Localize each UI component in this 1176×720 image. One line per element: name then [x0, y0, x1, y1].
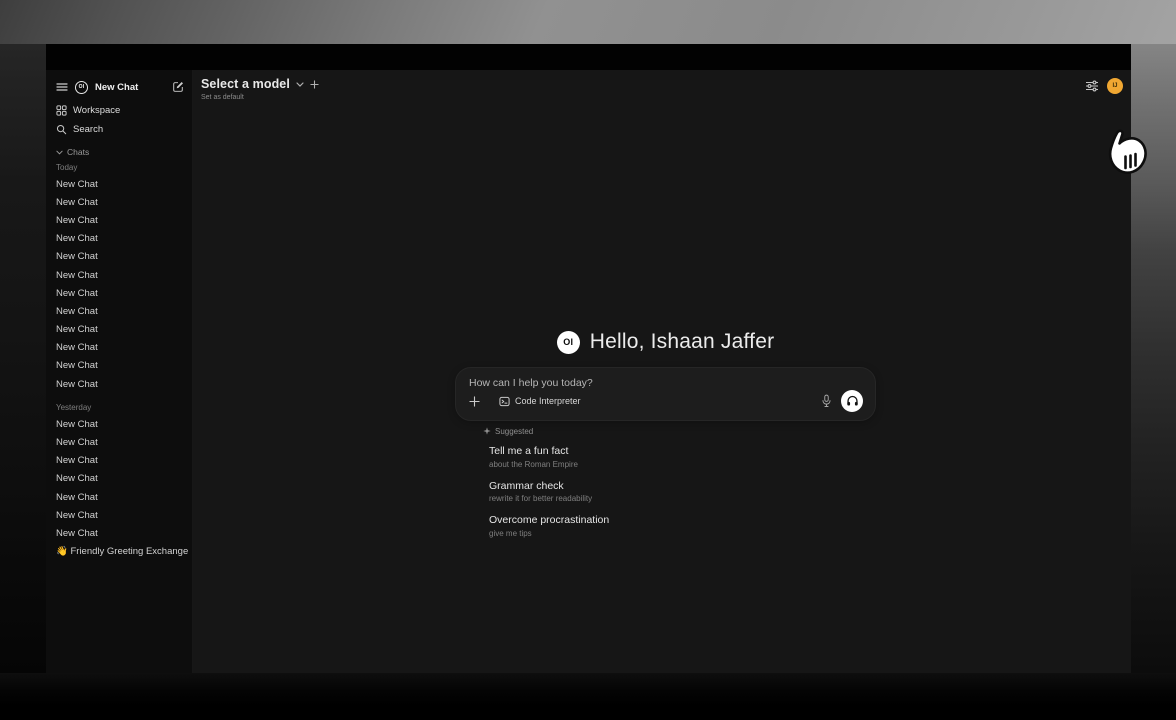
chat-list-item[interactable]: New Chat [56, 488, 184, 506]
app-window: OI New Chat Workspace [46, 44, 1131, 673]
suggestion-title: Tell me a fun fact [489, 445, 876, 457]
add-model-icon[interactable] [310, 80, 319, 89]
microphone-icon[interactable] [821, 394, 832, 408]
attach-plus-icon[interactable] [469, 396, 480, 407]
app-logo-large: OI [557, 331, 580, 354]
chat-list-yesterday: New ChatNew ChatNew ChatNew ChatNew Chat… [56, 415, 184, 542]
chat-list-item[interactable]: New Chat [56, 284, 184, 302]
message-input[interactable] [469, 377, 863, 390]
chat-list-item[interactable]: New Chat [56, 339, 184, 357]
suggestion-subtitle: rewrite it for better readability [489, 494, 876, 503]
workspace-grid-icon [56, 105, 67, 116]
chat-list-item[interactable]: New Chat [56, 506, 184, 524]
chats-label: Chats [67, 147, 89, 157]
desktop-wallpaper-left [0, 44, 46, 673]
desktop-wallpaper-top [0, 0, 1176, 44]
chat-list-item[interactable]: New Chat [56, 302, 184, 320]
sidebar-toggle-icon[interactable] [56, 82, 68, 92]
greeting-text: Hello, Ishaan Jaffer [590, 330, 775, 354]
sidebar-item-workspace[interactable]: Workspace [56, 101, 184, 120]
chat-list-item[interactable]: New Chat [56, 524, 184, 542]
suggestion-title: Grammar check [489, 480, 876, 492]
chat-group-label-yesterday: Yesterday [56, 400, 184, 415]
chevron-down-icon [56, 150, 63, 155]
suggestion-list: Tell me a fun fact about the Roman Empir… [483, 440, 876, 544]
user-avatar[interactable]: IJ [1107, 78, 1123, 94]
main-panel: Select a model Set as default IJ [193, 70, 1131, 673]
chat-list-item-named[interactable]: 👋 Friendly Greeting Exchange [56, 543, 184, 561]
desktop-wallpaper-right [1131, 44, 1176, 673]
headphones-icon [846, 395, 859, 407]
search-label: Search [73, 124, 103, 135]
set-as-default-link[interactable]: Set as default [201, 94, 319, 101]
chat-list-item[interactable]: New Chat [56, 470, 184, 488]
terminal-icon [499, 396, 510, 407]
chats-section-toggle[interactable]: Chats [56, 144, 184, 160]
sparkle-icon [483, 427, 491, 435]
chat-list-item[interactable]: New Chat [56, 211, 184, 229]
suggestion-item[interactable]: Tell me a fun fact about the Roman Empir… [489, 440, 876, 475]
sidebar-title: New Chat [95, 82, 138, 93]
code-interpreter-toggle[interactable]: Code Interpreter [499, 396, 581, 407]
suggestion-item[interactable]: Grammar check rewrite it for better read… [489, 475, 876, 510]
workspace-label: Workspace [73, 105, 120, 116]
sidebar: OI New Chat Workspace [46, 70, 193, 673]
suggested-label: Suggested [495, 427, 533, 436]
suggestion-title: Overcome procrastination [489, 514, 876, 526]
code-interpreter-label: Code Interpreter [515, 396, 581, 406]
chat-list-item[interactable]: New Chat [56, 415, 184, 433]
suggested-section: Suggested Tell me a fun fact about the R… [455, 425, 876, 544]
voice-call-button[interactable] [841, 390, 863, 412]
chat-list-item[interactable]: New Chat [56, 433, 184, 451]
screen: OI New Chat Workspace [0, 0, 1176, 720]
chat-list-item[interactable]: New Chat [56, 175, 184, 193]
window-titlebar [46, 44, 1131, 70]
new-chat-icon[interactable] [172, 81, 184, 93]
chat-list-item[interactable]: New Chat [56, 357, 184, 375]
model-selector-label: Select a model [201, 77, 290, 91]
chat-list-item[interactable]: New Chat [56, 375, 184, 393]
chat-list-item[interactable]: New Chat [56, 452, 184, 470]
app-logo: OI [75, 81, 88, 94]
message-composer: Code Interpreter [455, 367, 876, 421]
chevron-down-icon [296, 82, 304, 87]
chat-list-today: New ChatNew ChatNew ChatNew ChatNew Chat… [56, 175, 184, 393]
suggestion-item[interactable]: Overcome procrastination give me tips [489, 509, 876, 544]
chat-list-item[interactable]: New Chat [56, 193, 184, 211]
chat-list-item[interactable]: New Chat [56, 321, 184, 339]
search-icon [56, 124, 67, 135]
chat-group-label-today: Today [56, 160, 184, 175]
sidebar-item-search[interactable]: Search [56, 120, 184, 139]
model-selector[interactable]: Select a model [201, 77, 319, 91]
suggestion-subtitle: give me tips [489, 529, 876, 538]
desktop-wallpaper-bottom [0, 673, 1176, 720]
suggestion-subtitle: about the Roman Empire [489, 460, 876, 469]
chat-list-item[interactable]: New Chat [56, 230, 184, 248]
chat-list-item[interactable]: New Chat [56, 266, 184, 284]
controls-sliders-icon[interactable] [1085, 80, 1099, 92]
greeting: OI Hello, Ishaan Jaffer [455, 330, 876, 354]
chat-list-item[interactable]: New Chat [56, 248, 184, 266]
